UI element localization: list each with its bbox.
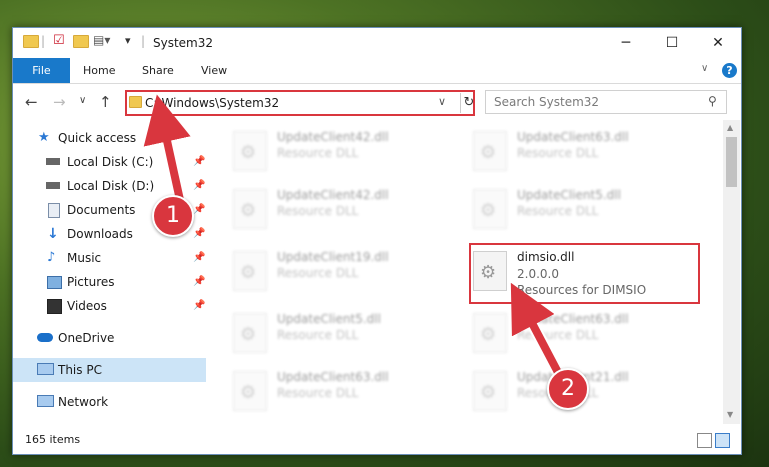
tab-share[interactable]: Share xyxy=(142,58,174,83)
close-button[interactable]: ✕ xyxy=(695,28,741,58)
list-item[interactable]: ⚙ UpdateClient5.dll Resource DLL xyxy=(233,309,453,359)
dll-file-icon: ⚙ xyxy=(233,313,267,353)
sidebar-item-music[interactable]: ♪ Music 📌 xyxy=(13,246,206,270)
list-item[interactable]: ⚙ UpdateClient42.dll Resource DLL xyxy=(233,127,453,177)
dll-file-icon: ⚙ xyxy=(473,131,507,171)
dll-file-icon: ⚙ xyxy=(473,371,507,411)
tab-home[interactable]: Home xyxy=(83,58,115,83)
chevron-down-icon[interactable]: ▾ xyxy=(125,34,131,50)
sidebar-item-local-disk-d[interactable]: Local Disk (D:) 📌 xyxy=(13,174,206,198)
separator: | xyxy=(141,34,146,48)
search-input[interactable]: Search System32 ⚲ xyxy=(485,90,727,114)
address-path: C:\Windows\System32 xyxy=(145,96,280,110)
dll-file-icon: ⚙ xyxy=(233,371,267,411)
refresh-icon[interactable]: ↻ xyxy=(460,93,477,113)
tab-view[interactable]: View xyxy=(201,58,227,83)
item-count: 165 items xyxy=(25,433,81,446)
network-icon xyxy=(37,395,54,407)
separator: | xyxy=(41,34,46,48)
scroll-down-icon[interactable]: ▼ xyxy=(727,410,733,419)
pin-icon[interactable]: 📌 xyxy=(193,150,205,174)
sidebar-item-quick-access[interactable]: ★ Quick access xyxy=(13,126,206,150)
pin-icon[interactable]: 📌 xyxy=(193,174,205,198)
videos-icon xyxy=(47,299,62,314)
step-1-badge: 1 xyxy=(152,195,194,237)
list-item[interactable]: ⚙ UpdateClient63.dll Resource DLL xyxy=(473,127,693,177)
explorer-window: | ☑ ▤▾ ▾ | System32 ─ ☐ ✕ File Home Shar… xyxy=(12,27,742,455)
dll-file-icon: ⚙ xyxy=(233,189,267,229)
pin-icon[interactable]: 📌 xyxy=(193,198,205,222)
download-icon: ↓ xyxy=(47,226,59,242)
new-folder-icon[interactable] xyxy=(73,35,89,51)
sidebar-item-local-disk-c[interactable]: Local Disk (C:) 📌 xyxy=(13,150,206,174)
ribbon-tabs: File Home Share View ∨ ? xyxy=(13,58,741,84)
drive-icon xyxy=(46,158,60,165)
sidebar-item-this-pc[interactable]: This PC xyxy=(13,358,206,382)
navigation-pane: ★ Quick access Local Disk (C:) 📌 Local D… xyxy=(13,120,206,420)
dll-file-icon: ⚙ xyxy=(473,189,507,229)
sidebar-item-videos[interactable]: Videos 📌 xyxy=(13,294,206,318)
list-item[interactable]: ⚙ UpdateClient19.dll Resource DLL xyxy=(233,247,453,297)
star-icon: ★ xyxy=(38,130,50,145)
title-bar: | ☑ ▤▾ ▾ | System32 ─ ☐ ✕ xyxy=(13,28,741,58)
window-title: System32 xyxy=(153,36,214,50)
list-item[interactable]: ⚙ UpdateClient63.dll Resource DLL xyxy=(473,309,693,359)
folder-icon xyxy=(129,96,142,111)
list-item[interactable]: ⚙ UpdateClient42.dll Resource DLL xyxy=(233,185,453,235)
scrollbar-thumb[interactable] xyxy=(726,137,737,187)
vertical-scrollbar[interactable]: ▲ ▼ xyxy=(723,120,740,424)
back-arrow-icon[interactable]: ← xyxy=(25,93,38,111)
sidebar-item-onedrive[interactable]: OneDrive xyxy=(13,326,206,350)
pictures-icon xyxy=(47,276,62,289)
maximize-button[interactable]: ☐ xyxy=(649,28,695,58)
chevron-up-icon[interactable]: ∨ xyxy=(701,63,708,74)
folder-icon xyxy=(23,35,39,51)
scroll-up-icon[interactable]: ▲ xyxy=(727,123,733,132)
search-icon: ⚲ xyxy=(708,94,717,108)
pin-icon[interactable]: 📌 xyxy=(193,270,205,294)
recent-dropdown-icon[interactable]: ∨ xyxy=(79,95,86,106)
pin-icon[interactable]: 📌 xyxy=(193,222,205,246)
computer-icon xyxy=(37,363,54,375)
dll-file-icon: ⚙ xyxy=(473,313,507,353)
sidebar-item-network[interactable]: Network xyxy=(13,390,206,414)
list-item[interactable]: ⚙ UpdateClient63.dll Resource DLL xyxy=(233,367,453,417)
sidebar-item-pictures[interactable]: Pictures 📌 xyxy=(13,270,206,294)
list-item[interactable]: ⚙ UpdateClient5.dll Resource DLL xyxy=(473,185,693,235)
status-bar: 165 items xyxy=(13,428,741,453)
step-2-badge: 2 xyxy=(547,368,589,410)
tab-file[interactable]: File xyxy=(13,58,70,83)
cloud-icon xyxy=(37,333,53,342)
pin-icon[interactable]: 📌 xyxy=(193,294,205,318)
documents-icon xyxy=(48,203,60,218)
dll-file-icon: ⚙ xyxy=(233,131,267,171)
dll-file-icon: ⚙ xyxy=(233,251,267,291)
forward-arrow-icon[interactable]: → xyxy=(53,93,66,111)
chevron-down-icon[interactable]: ∨ xyxy=(438,95,446,108)
highlight-box xyxy=(469,243,700,304)
properties-icon[interactable]: ☑ xyxy=(53,33,65,49)
help-icon[interactable]: ? xyxy=(722,63,737,78)
drive-icon xyxy=(46,182,60,189)
up-arrow-icon[interactable]: ↑ xyxy=(99,93,112,111)
address-bar[interactable]: C:\Windows\System32 ∨ ↻ xyxy=(125,90,475,116)
large-icons-view-icon[interactable] xyxy=(715,433,730,448)
customize-icon[interactable]: ▤▾ xyxy=(93,33,110,49)
navigation-bar: ← → ∨ ↑ C:\Windows\System32 ∨ ↻ Search S… xyxy=(13,84,741,120)
minimize-button[interactable]: ─ xyxy=(603,28,649,58)
music-icon: ♪ xyxy=(47,250,56,265)
search-placeholder: Search System32 xyxy=(494,95,600,109)
pin-icon[interactable]: 📌 xyxy=(193,246,205,270)
details-view-icon[interactable] xyxy=(697,433,712,448)
